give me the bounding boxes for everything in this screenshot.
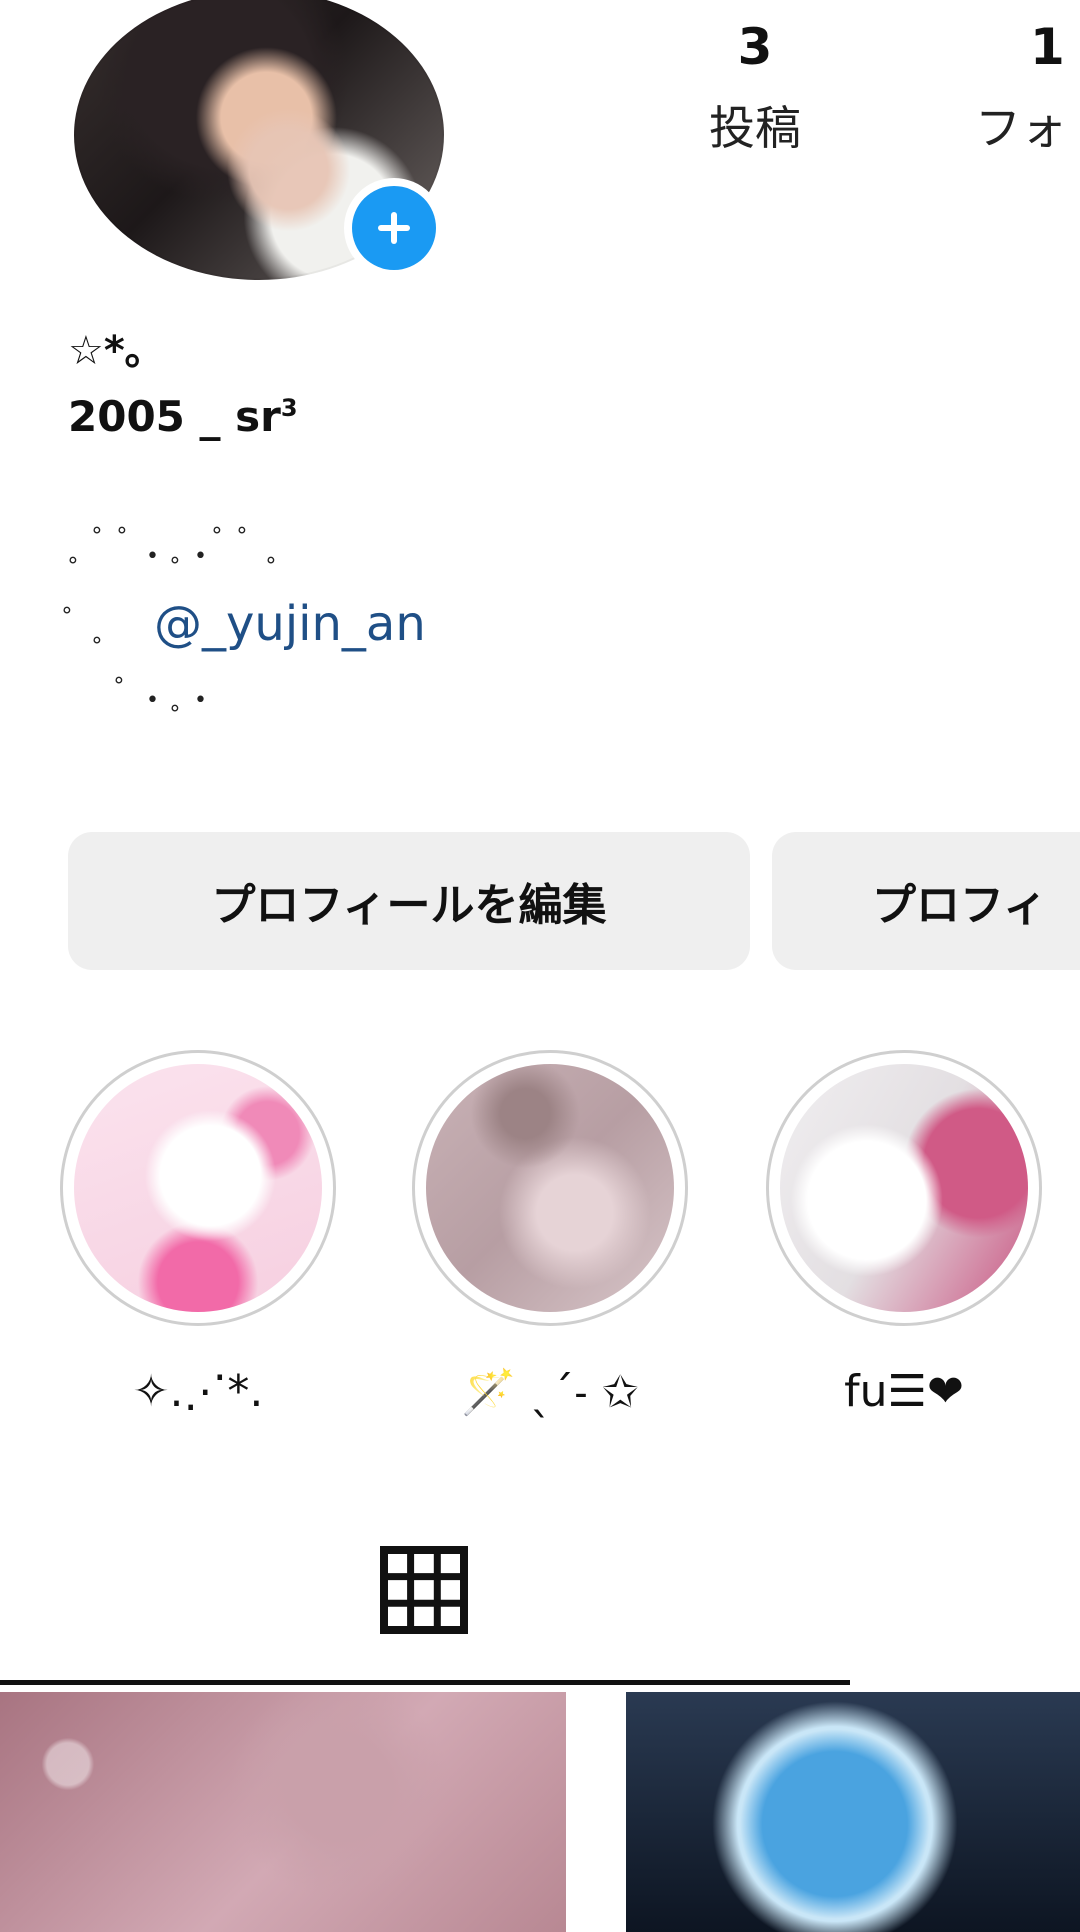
- highlight-cover: [74, 1064, 322, 1312]
- add-story-button[interactable]: [344, 178, 444, 278]
- highlight-cover: [426, 1064, 674, 1312]
- followers-label[interactable]: フォ: [975, 92, 1080, 158]
- active-tab-indicator: [0, 1680, 850, 1685]
- post-thumbnail[interactable]: [626, 1692, 1080, 1932]
- highlight-cover: [780, 1064, 1028, 1312]
- bio-text: 2005 _ sr: [68, 392, 281, 441]
- highlight-item[interactable]: [412, 1050, 688, 1326]
- highlight-label: fu☰❤: [844, 1366, 964, 1417]
- post-thumbnail[interactable]: [0, 1692, 566, 1932]
- followers-count[interactable]: 1: [1030, 18, 1080, 76]
- posts-label[interactable]: 投稿: [690, 92, 820, 158]
- highlight-item[interactable]: [766, 1050, 1042, 1326]
- plus-icon: [352, 186, 436, 270]
- highlight-label: ✧.⋰*.: [132, 1366, 264, 1417]
- bio-line: 2005 _ sr3: [68, 392, 298, 441]
- posts-count[interactable]: 3: [700, 18, 810, 76]
- bio-superscript: 3: [280, 394, 298, 422]
- display-name: ☆*｡: [68, 328, 145, 374]
- highlight-label: 🪄 ˎˊ˗ ✩: [461, 1367, 639, 1418]
- share-profile-button[interactable]: プロフィ: [772, 832, 1080, 970]
- grid-icon[interactable]: [380, 1546, 468, 1634]
- edit-profile-button[interactable]: プロフィールを編集: [68, 832, 750, 970]
- highlight-item[interactable]: [60, 1050, 336, 1326]
- bio-mention-link[interactable]: @_yujin_an: [154, 596, 426, 652]
